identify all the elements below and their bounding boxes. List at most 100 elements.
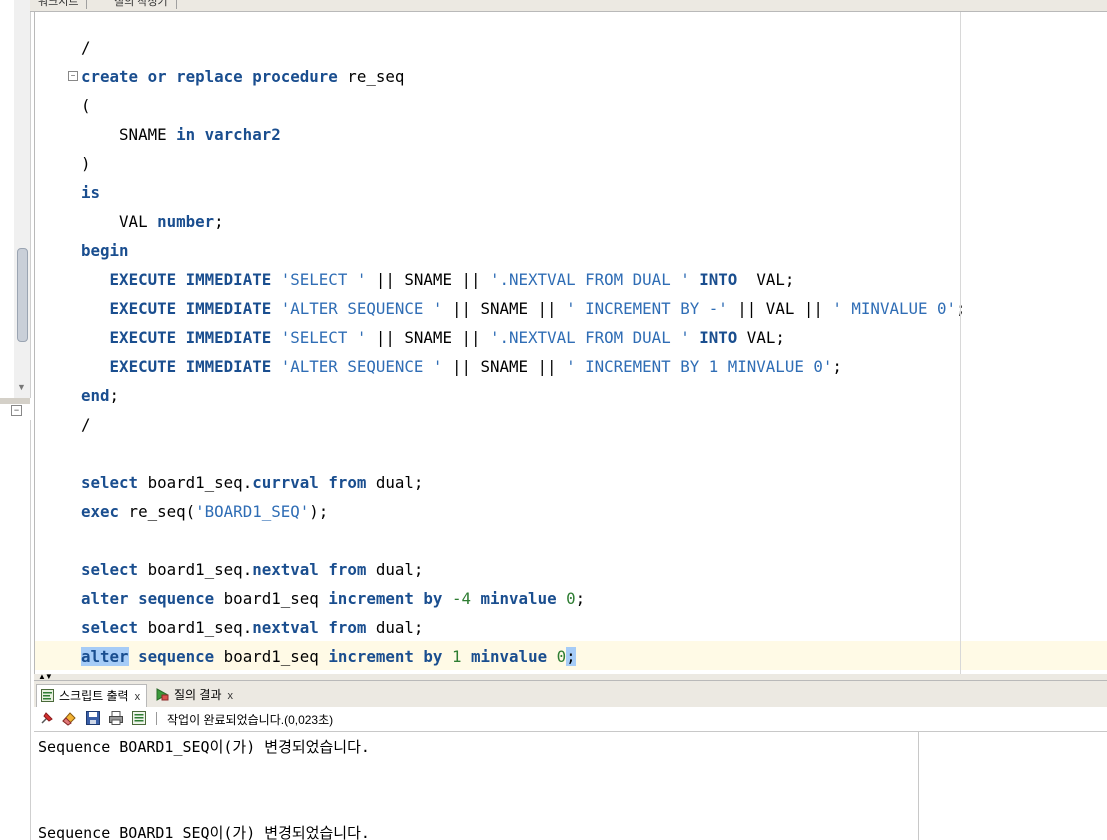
tab-label: 스크립트 출력 bbox=[59, 689, 129, 703]
code-token: ) bbox=[81, 154, 91, 173]
code-token: '.NEXTVAL FROM DUAL ' bbox=[490, 270, 690, 289]
code-token: sequence bbox=[138, 647, 215, 666]
code-token: ; bbox=[214, 212, 224, 231]
code-line[interactable]: is bbox=[81, 178, 100, 207]
code-line[interactable]: select board1_seq.currval from dual; bbox=[81, 468, 423, 497]
code-line[interactable]: ) bbox=[81, 149, 91, 178]
code-line[interactable]: VAL number; bbox=[81, 207, 224, 236]
code-token: exec bbox=[81, 502, 120, 521]
output-line: Sequence BOARD1_SEQ이(가) 변경되었습니다. bbox=[38, 824, 370, 840]
left-scrollbar[interactable]: ▼ bbox=[14, 0, 31, 398]
tab-query-builder[interactable]: 질의 작성기 bbox=[106, 0, 177, 9]
code-token: INTO bbox=[699, 270, 738, 289]
code-line[interactable]: ( bbox=[81, 91, 91, 120]
code-token: from bbox=[328, 473, 367, 492]
code-line[interactable]: end; bbox=[81, 381, 119, 410]
code-token: ); bbox=[309, 502, 329, 521]
code-token: ; bbox=[109, 386, 120, 405]
code-token: from bbox=[328, 618, 367, 637]
fold-toggle-icon[interactable]: − bbox=[68, 71, 78, 81]
code-line[interactable]: SNAME in varchar2 bbox=[81, 120, 281, 149]
code-token: ( bbox=[81, 96, 91, 115]
collapse-icon[interactable]: − bbox=[11, 405, 22, 416]
code-line[interactable]: create or replace procedure re_seq bbox=[81, 62, 404, 91]
code-token: ' MINVALUE 0' bbox=[832, 299, 957, 318]
print-icon[interactable] bbox=[108, 710, 124, 726]
tab-script-output[interactable]: 스크립트 출력 x bbox=[36, 684, 148, 707]
code-token: || SNAME || bbox=[366, 328, 490, 347]
code-token: alter bbox=[81, 647, 129, 666]
code-token: dual; bbox=[366, 473, 424, 492]
output-column-divider bbox=[918, 732, 919, 840]
code-token: nextval bbox=[252, 618, 319, 637]
code-token: INTO bbox=[699, 328, 738, 347]
code-line[interactable]: begin bbox=[81, 236, 129, 265]
left-lower-panel bbox=[0, 420, 31, 840]
script-output-icon bbox=[41, 689, 54, 702]
code-token: re_seq bbox=[337, 67, 405, 86]
code-token: number bbox=[157, 212, 215, 231]
code-token: dual; bbox=[366, 560, 424, 579]
code-token: ' INCREMENT BY -' bbox=[566, 299, 728, 318]
code-token: ; bbox=[575, 589, 586, 608]
code-line[interactable]: EXECUTE IMMEDIATE 'ALTER SEQUENCE ' || S… bbox=[81, 294, 966, 323]
code-token: ' INCREMENT BY 1 MINVALUE 0' bbox=[566, 357, 833, 376]
code-token: VAL; bbox=[737, 328, 785, 347]
code-token: in varchar2 bbox=[176, 125, 281, 144]
code-token: / bbox=[81, 415, 91, 434]
code-token: EXECUTE IMMEDIATE bbox=[109, 270, 272, 289]
code-token: VAL bbox=[81, 212, 158, 231]
code-token: nextval bbox=[252, 560, 319, 579]
code-token: 0 bbox=[566, 589, 576, 608]
code-token: 'ALTER SEQUENCE ' bbox=[280, 357, 443, 376]
sql-editor[interactable]: − / create or replace procedure re_seq( S… bbox=[34, 12, 1107, 674]
code-token: create or replace procedure bbox=[81, 67, 338, 86]
code-token: select bbox=[81, 473, 139, 492]
code-token: board1_seq bbox=[214, 647, 329, 666]
close-icon[interactable]: x bbox=[135, 691, 141, 703]
code-line[interactable]: select board1_seq.nextval from dual; bbox=[81, 613, 423, 642]
code-token: minvalue bbox=[480, 589, 557, 608]
code-token: alter sequence bbox=[81, 589, 215, 608]
code-line[interactable]: / bbox=[81, 410, 91, 439]
code-token: || SNAME || bbox=[442, 357, 567, 376]
scroll-down-icon[interactable]: ▼ bbox=[17, 382, 26, 392]
code-line[interactable]: EXECUTE IMMEDIATE 'SELECT ' || SNAME || … bbox=[81, 323, 785, 352]
code-token: increment by bbox=[328, 589, 443, 608]
code-token: ; bbox=[566, 647, 576, 666]
code-line[interactable]: EXECUTE IMMEDIATE 'SELECT ' || SNAME || … bbox=[81, 265, 795, 294]
export-icon[interactable] bbox=[131, 710, 147, 726]
scrollbar-thumb[interactable] bbox=[17, 248, 28, 342]
code-token: EXECUTE IMMEDIATE bbox=[109, 299, 272, 318]
code-line[interactable]: / bbox=[81, 33, 91, 62]
script-output-panel[interactable]: Sequence BOARD1_SEQ이(가) 변경되었습니다. Sequenc… bbox=[34, 732, 1107, 840]
status-message: 작업이 완료되었습니다.(0,023초) bbox=[167, 713, 334, 727]
code-token: dual; bbox=[366, 618, 424, 637]
code-token: board1_seq. bbox=[138, 618, 253, 637]
code-line[interactable]: exec re_seq('BOARD1_SEQ'); bbox=[81, 497, 328, 526]
code-token: select bbox=[81, 560, 139, 579]
tab-query-result[interactable]: 질의 결과 x bbox=[152, 684, 239, 706]
save-icon[interactable] bbox=[85, 710, 101, 726]
close-icon[interactable]: x bbox=[228, 690, 234, 702]
left-panel: ▼ − bbox=[0, 0, 31, 840]
eraser-icon[interactable] bbox=[61, 710, 77, 726]
tab-worksheet[interactable]: 워크시트 bbox=[30, 0, 88, 9]
code-line[interactable]: alter sequence board1_seq increment by 1… bbox=[81, 642, 576, 671]
pin-icon[interactable] bbox=[39, 710, 55, 726]
code-line[interactable]: alter sequence board1_seq increment by -… bbox=[81, 584, 585, 613]
code-line[interactable]: EXECUTE IMMEDIATE 'ALTER SEQUENCE ' || S… bbox=[81, 352, 842, 381]
panel-divider[interactable] bbox=[0, 398, 30, 404]
code-line[interactable]: select board1_seq.nextval from dual; bbox=[81, 555, 423, 584]
